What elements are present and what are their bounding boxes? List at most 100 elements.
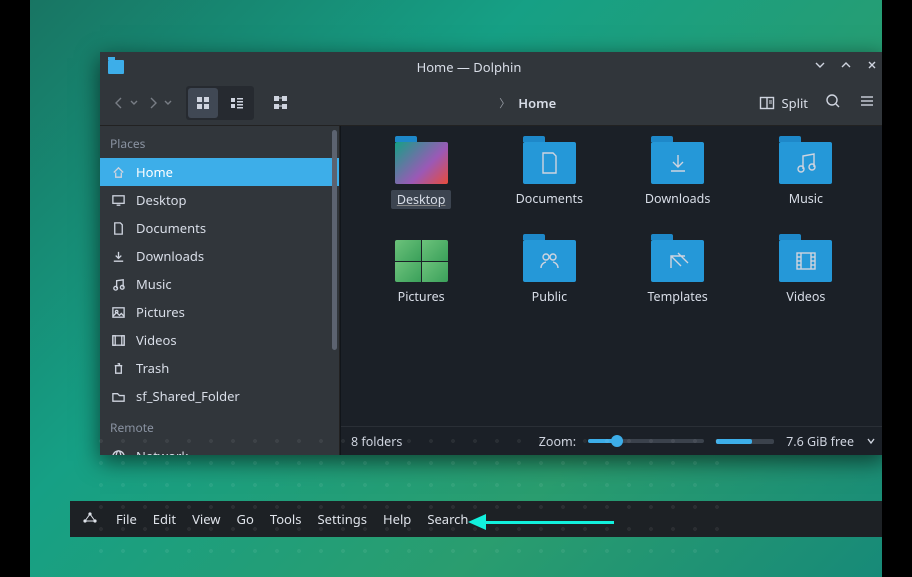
folder-label: Public [532,288,567,305]
places-panel: Places Home Desktop Documents Downloads Musi… [100,126,340,455]
view-mode-group [186,86,254,120]
sidebar-item-pictures[interactable]: Pictures [100,298,339,326]
forward-dropdown[interactable] [164,99,172,107]
download-folder-icon [651,142,704,184]
sidebar-item-videos[interactable]: Videos [100,326,339,354]
search-button[interactable] [824,92,842,114]
dolphin-icon [108,60,124,74]
sidebar-item-downloads[interactable]: Downloads [100,242,339,270]
global-menubar: File Edit View Go Tools Settings Help Search [70,501,882,537]
videos-icon [110,332,126,348]
folder-public[interactable]: Public [487,238,611,334]
sidebar-scrollbar[interactable] [332,130,337,350]
menu-button[interactable] [858,92,876,114]
toolbar: 〉 Home Split [100,81,882,126]
sidebar-item-music[interactable]: Music [100,270,339,298]
sidebar-item-documents[interactable]: Documents [100,214,339,242]
compact-view-button[interactable] [222,88,252,118]
folder-pictures[interactable]: Pictures [359,238,483,334]
public-folder-icon [523,240,576,282]
sidebar-item-trash[interactable]: Trash [100,354,339,382]
desktop-icon [110,192,126,208]
menu-go[interactable]: Go [237,510,254,528]
pictures-icon [110,304,126,320]
status-dropdown[interactable] [866,433,876,450]
sidebar-item-network[interactable]: Network [100,442,339,455]
network-icon [110,448,126,455]
places-section-label: Places [100,126,339,158]
back-button[interactable] [110,94,128,112]
folder-label: Templates [647,288,707,305]
sidebar-item-label: Downloads [136,247,204,265]
templates-folder-icon [651,240,704,282]
desktop-folder-icon [395,142,448,184]
sidebar-item-label: sf_Shared_Folder [136,387,240,405]
back-dropdown[interactable] [130,99,138,107]
breadcrumb-home[interactable]: Home [518,94,556,112]
icon-view-button[interactable] [188,88,218,118]
menu-file[interactable]: File [116,510,137,528]
sidebar-item-desktop[interactable]: Desktop [100,186,339,214]
music-folder-icon [779,142,832,184]
breadcrumb[interactable]: 〉 Home [304,94,751,112]
zoom-label: Zoom: [539,433,576,450]
folder-videos[interactable]: Videos [744,238,868,334]
trash-icon [110,360,126,376]
menu-search[interactable]: Search [427,510,468,528]
pictures-folder-icon [395,240,448,282]
free-space: 7.6 GiB free [786,433,854,450]
folder-documents[interactable]: Documents [487,140,611,236]
folder-label: Downloads [645,190,710,207]
sidebar-item-label: Desktop [136,191,187,209]
document-icon [110,220,126,236]
desktop-background: Home — Dolphin 〉 Home [30,0,882,577]
sidebar-item-sf-shared-folder[interactable]: sf_Shared_Folder [100,382,339,410]
status-bar: 8 folders Zoom: 7.6 GiB free [341,426,882,455]
folder-label: Pictures [398,288,445,305]
close-button[interactable] [866,58,878,75]
folder-templates[interactable]: Templates [616,238,740,334]
folder-label: Music [789,190,823,207]
sharedfolder-icon [110,388,126,404]
sidebar-item-label: Network [136,447,188,455]
item-count: 8 folders [351,433,402,450]
sidebar-item-label: Music [136,275,172,293]
forward-button[interactable] [144,94,162,112]
music-icon [110,276,126,292]
file-view[interactable]: Desktop Documents Downloads Music Pictures Pu… [340,126,882,455]
menu-settings[interactable]: Settings [318,510,367,528]
sidebar-item-label: Trash [136,359,169,377]
window-title: Home — Dolphin [132,58,806,76]
sidebar-item-label: Videos [136,331,177,349]
sidebar-item-label: Pictures [136,303,185,321]
dolphin-window: Home — Dolphin 〉 Home [100,52,882,455]
folder-label: Desktop [391,190,452,209]
zoom-slider[interactable] [588,439,704,443]
folder-label: Videos [786,288,825,305]
sidebar-item-label: Home [136,163,173,181]
split-button[interactable]: Split [759,94,808,112]
minimize-button[interactable] [814,58,826,75]
sidebar-item-label: Documents [136,219,206,237]
folder-downloads[interactable]: Downloads [616,140,740,236]
split-label: Split [781,94,808,112]
menu-tools[interactable]: Tools [270,510,302,528]
document-folder-icon [523,142,576,184]
menu-help[interactable]: Help [383,510,411,528]
details-view-button[interactable] [266,88,296,118]
annotation-arrow [468,514,614,530]
remote-section-label: Remote [100,410,339,442]
folder-label: Documents [516,190,583,207]
disk-usage-bar[interactable] [716,439,774,444]
app-launcher-icon[interactable] [80,509,100,529]
folder-desktop[interactable]: Desktop [359,140,483,236]
maximize-button[interactable] [840,58,852,75]
menu-view[interactable]: View [192,510,220,528]
videos-folder-icon [779,240,832,282]
breadcrumb-chevron-icon: 〉 [499,95,510,111]
download-icon [110,248,126,264]
sidebar-item-home[interactable]: Home [100,158,339,186]
titlebar[interactable]: Home — Dolphin [100,52,882,81]
folder-music[interactable]: Music [744,140,868,236]
menu-edit[interactable]: Edit [153,510,176,528]
